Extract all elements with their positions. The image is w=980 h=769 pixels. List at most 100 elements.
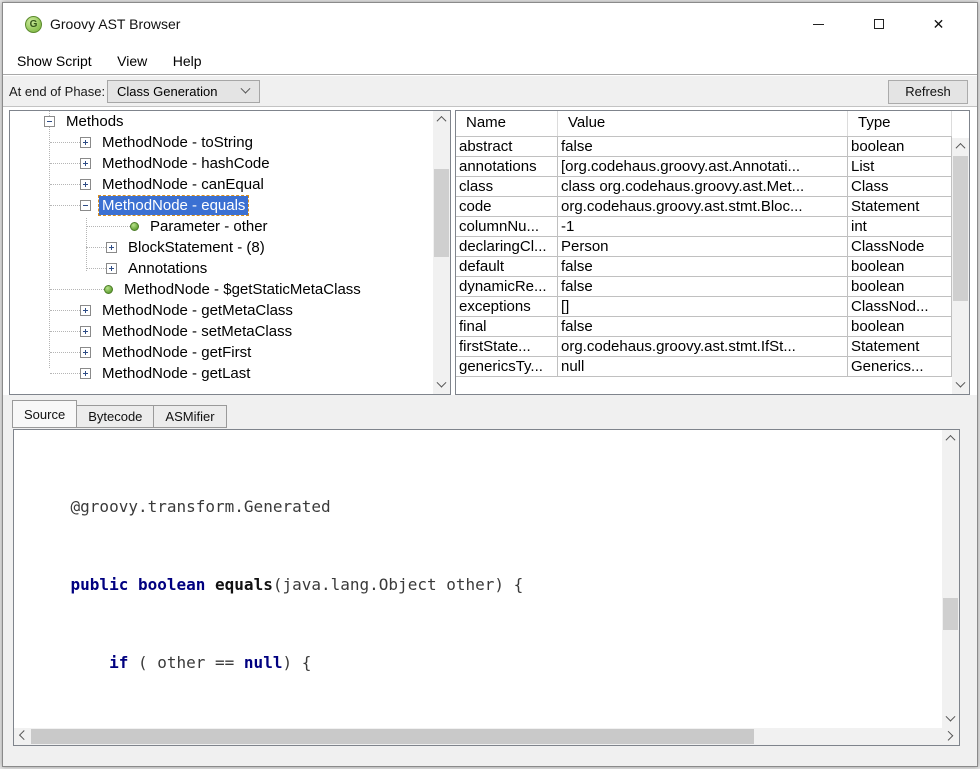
- tree-expand-handle[interactable]: [106, 242, 117, 253]
- ast-tree-panel: Methods MethodNode - toString MethodNode…: [9, 110, 451, 395]
- table-row[interactable]: default false boolean: [456, 257, 952, 277]
- table-row[interactable]: final false boolean: [456, 317, 952, 337]
- code-line: if ( other == null) {: [32, 650, 942, 676]
- tree-connector: [50, 205, 80, 206]
- tab-source[interactable]: Source: [12, 400, 77, 428]
- tree-vertical-scrollbar[interactable]: [433, 111, 450, 394]
- leaf-node-icon: [104, 285, 113, 294]
- scroll-left-button[interactable]: [14, 728, 31, 745]
- tree-expand-handle[interactable]: [80, 158, 91, 169]
- table-vertical-scrollbar[interactable]: [952, 138, 969, 394]
- tree-item-label: MethodNode - $getStaticMetaClass: [121, 280, 364, 299]
- tree-item-label: MethodNode - getFirst: [99, 343, 254, 362]
- tree-item-canequal[interactable]: MethodNode - canEqual: [10, 174, 433, 195]
- tree-item-tostring[interactable]: MethodNode - toString: [10, 132, 433, 153]
- tree-collapse-handle[interactable]: [44, 116, 55, 127]
- menu-bar: Show Script View Help: [3, 48, 977, 75]
- menu-show-script[interactable]: Show Script: [17, 48, 99, 69]
- tree-expand-handle[interactable]: [80, 368, 91, 379]
- tree-item-getmetaclass[interactable]: MethodNode - getMetaClass: [10, 300, 433, 321]
- scrollbar-thumb[interactable]: [434, 169, 449, 257]
- scroll-down-button[interactable]: [952, 377, 969, 394]
- table-row[interactable]: code org.codehaus.groovy.ast.stmt.Bloc..…: [456, 197, 952, 217]
- table-row[interactable]: class class org.codehaus.groovy.ast.Met.…: [456, 177, 952, 197]
- tree-item-equals-selected[interactable]: MethodNode - equals: [10, 195, 433, 216]
- tab-bytecode[interactable]: Bytecode: [77, 405, 154, 428]
- column-header-value[interactable]: Value: [558, 111, 848, 136]
- tree-item-hashcode[interactable]: MethodNode - hashCode: [10, 153, 433, 174]
- tree-expand-handle[interactable]: [106, 263, 117, 274]
- source-editor: @groovy.transform.Generated public boole…: [13, 429, 960, 746]
- groovy-app-icon: G: [25, 16, 42, 33]
- ast-tree[interactable]: Methods MethodNode - toString MethodNode…: [10, 111, 433, 394]
- tree-collapse-handle[interactable]: [80, 200, 91, 211]
- table-header-row: Name Value Type: [456, 111, 952, 137]
- maximize-button[interactable]: [856, 8, 901, 40]
- cell-value: false: [558, 257, 848, 277]
- tree-item-annotations[interactable]: Annotations: [10, 258, 433, 279]
- editor-vertical-scrollbar[interactable]: [942, 430, 959, 728]
- tree-item-getstaticmetaclass[interactable]: MethodNode - $getStaticMetaClass: [10, 279, 433, 300]
- scrollbar-thumb[interactable]: [943, 598, 958, 630]
- tree-expand-handle[interactable]: [80, 137, 91, 148]
- column-header-type[interactable]: Type: [848, 111, 952, 136]
- tree-item-label-selected: MethodNode - equals: [99, 196, 248, 215]
- scroll-up-button[interactable]: [942, 430, 959, 447]
- menu-view[interactable]: View: [117, 48, 154, 69]
- cell-type: List: [848, 157, 952, 177]
- toolbar: At end of Phase: Class Generation Refres…: [3, 76, 977, 107]
- table-row[interactable]: declaringCl... Person ClassNode: [456, 237, 952, 257]
- menu-help[interactable]: Help: [173, 48, 209, 69]
- cell-name: declaringCl...: [456, 237, 558, 257]
- scrollbar-thumb[interactable]: [31, 729, 754, 744]
- tree-expand-handle[interactable]: [80, 326, 91, 337]
- properties-table[interactable]: Name Value Type abstract false boolean a…: [456, 111, 952, 394]
- scroll-right-button[interactable]: [942, 728, 959, 745]
- tree-item-label: MethodNode - setMetaClass: [99, 322, 295, 341]
- tree-expand-handle[interactable]: [80, 305, 91, 316]
- scrollbar-thumb[interactable]: [953, 156, 968, 301]
- cell-name: code: [456, 197, 558, 217]
- cell-type: boolean: [848, 277, 952, 297]
- tree-item-parameter-other[interactable]: Parameter - other: [10, 216, 433, 237]
- tree-item-blockstatement[interactable]: BlockStatement - (8): [10, 237, 433, 258]
- tree-item-getlast[interactable]: MethodNode - getLast: [10, 363, 433, 384]
- table-row[interactable]: annotations [org.codehaus.groovy.ast.Ann…: [456, 157, 952, 177]
- table-row[interactable]: firstState... org.codehaus.groovy.ast.st…: [456, 337, 952, 357]
- tree-item-setmetaclass[interactable]: MethodNode - setMetaClass: [10, 321, 433, 342]
- top-content: Methods MethodNode - toString MethodNode…: [3, 107, 977, 395]
- scroll-up-button[interactable]: [952, 138, 969, 155]
- phase-dropdown[interactable]: Class Generation: [107, 80, 260, 103]
- table-row[interactable]: dynamicRe... false boolean: [456, 277, 952, 297]
- tree-item-getfirst[interactable]: MethodNode - getFirst: [10, 342, 433, 363]
- table-row[interactable]: abstract false boolean: [456, 137, 952, 157]
- app-icon-letter: G: [26, 17, 41, 32]
- tab-asmifier[interactable]: ASMifier: [154, 405, 226, 428]
- tree-item-label: Methods: [63, 112, 127, 131]
- tree-connector: [50, 331, 80, 332]
- column-header-name[interactable]: Name: [456, 111, 558, 136]
- refresh-button[interactable]: Refresh: [888, 80, 968, 104]
- cell-name: genericsTy...: [456, 357, 558, 377]
- scroll-down-button[interactable]: [433, 377, 450, 394]
- tree-expand-handle[interactable]: [80, 179, 91, 190]
- table-row[interactable]: genericsTy... null Generics...: [456, 357, 952, 377]
- title-bar[interactable]: G Groovy AST Browser ✕: [3, 3, 977, 48]
- scroll-down-button[interactable]: [942, 711, 959, 728]
- tree-item-label: Parameter - other: [147, 217, 271, 236]
- minimize-icon: [813, 24, 824, 25]
- cell-type: boolean: [848, 137, 952, 157]
- table-row[interactable]: columnNu... -1 int: [456, 217, 952, 237]
- source-code-area[interactable]: @groovy.transform.Generated public boole…: [14, 430, 942, 728]
- scroll-up-button[interactable]: [433, 111, 450, 128]
- tree-expand-handle[interactable]: [80, 347, 91, 358]
- chevron-up-icon: [437, 116, 447, 126]
- cell-type: Generics...: [848, 357, 952, 377]
- tree-item-methods[interactable]: Methods: [10, 111, 433, 132]
- close-button[interactable]: ✕: [916, 8, 961, 40]
- cell-type: boolean: [848, 257, 952, 277]
- editor-horizontal-scrollbar[interactable]: [14, 728, 959, 745]
- tree-connector: [50, 163, 80, 164]
- table-row[interactable]: exceptions [] ClassNod...: [456, 297, 952, 317]
- minimize-button[interactable]: [796, 8, 841, 40]
